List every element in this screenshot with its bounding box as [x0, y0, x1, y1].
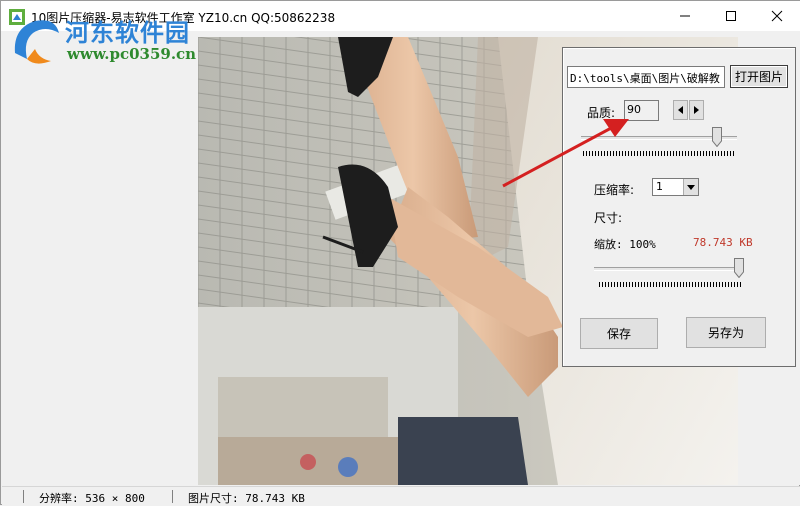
- maximize-icon: [726, 11, 736, 21]
- compression-label: 压缩率:: [594, 183, 635, 197]
- dropdown-arrow-icon: [683, 179, 698, 195]
- compression-value: 1: [656, 180, 663, 193]
- status-resolution: 分辨率: 536 × 800: [39, 492, 145, 505]
- save-as-label: 另存为: [707, 326, 744, 340]
- quality-slider-ticks: [583, 151, 734, 156]
- close-button[interactable]: [754, 1, 800, 31]
- minimize-icon: [680, 15, 690, 17]
- size-label: 尺寸:: [594, 211, 623, 225]
- quality-label: 品质:: [587, 106, 616, 120]
- save-button[interactable]: 保存: [580, 318, 658, 349]
- zoom-label: 缩放: 100%: [594, 238, 656, 251]
- file-size-text: 78.743 KB: [693, 236, 753, 249]
- watermark: 河东软件园 www.pc0359.cn: [1, 1, 211, 73]
- quality-decrease-button[interactable]: [673, 100, 688, 120]
- watermark-line2: www.pc0359.cn: [67, 45, 197, 63]
- spin-right-icon: [693, 106, 699, 114]
- compression-select[interactable]: 1: [652, 178, 699, 196]
- minimize-button[interactable]: [662, 1, 708, 31]
- zoom-slider-track[interactable]: [594, 267, 744, 271]
- close-icon: [771, 10, 783, 22]
- path-field[interactable]: D:\tools\桌面\图片\破解教: [567, 66, 725, 88]
- quality-slider-thumb[interactable]: [712, 127, 723, 147]
- status-image-size: 图片尺寸: 78.743 KB: [188, 492, 305, 505]
- spin-left-icon: [677, 106, 683, 114]
- open-image-button[interactable]: 打开图片: [730, 65, 788, 88]
- status-bar: 分辨率: 536 × 800 图片尺寸: 78.743 KB: [2, 486, 800, 505]
- app-window: 10图片压缩器-易志软件工作室 YZ10.cn QQ:50862238 河东软件…: [0, 0, 800, 505]
- zoom-slider-ticks: [599, 282, 742, 287]
- watermark-logo: [14, 20, 60, 64]
- maximize-button[interactable]: [708, 1, 754, 31]
- quality-increase-button[interactable]: [689, 100, 704, 120]
- save-label: 保存: [606, 327, 631, 341]
- settings-panel: D:\tools\桌面\图片\破解教 打开图片 品质: 90 压缩率: 1 尺寸…: [562, 47, 796, 367]
- zoom-slider-thumb[interactable]: [734, 258, 744, 278]
- watermark-line1: 河东软件园: [65, 18, 190, 47]
- quality-input[interactable]: 90: [624, 100, 659, 121]
- open-image-label: 打开图片: [734, 70, 783, 84]
- save-as-button[interactable]: 另存为: [686, 317, 766, 348]
